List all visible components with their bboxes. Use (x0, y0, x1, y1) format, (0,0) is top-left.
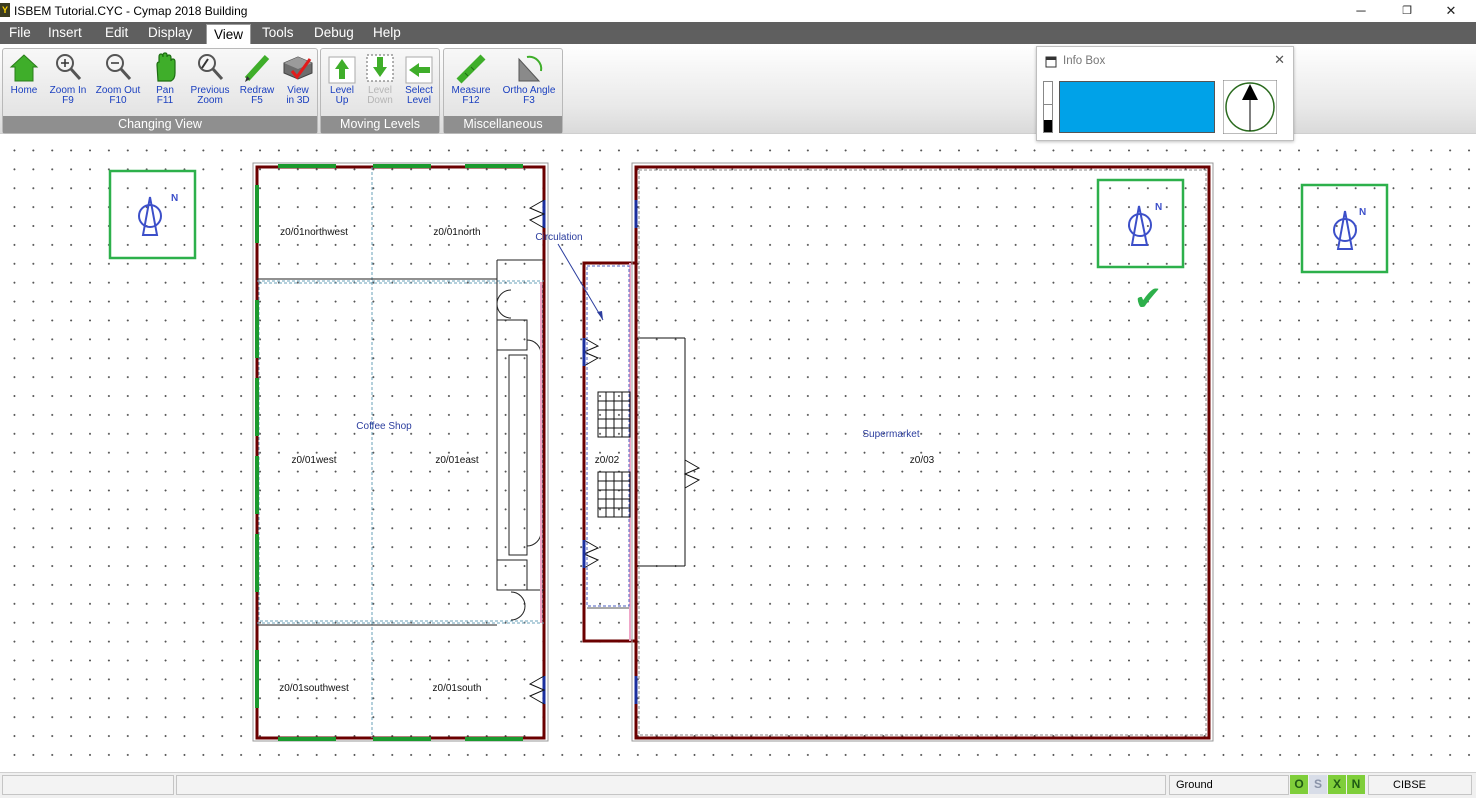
room-label-circulation: Circulation (535, 232, 582, 243)
color-swatch (1059, 81, 1215, 133)
room-label-z002: z0/02 (595, 455, 620, 466)
status-flag-n[interactable]: N (1347, 775, 1365, 794)
status-flag-s[interactable]: S (1309, 775, 1327, 794)
zone-boundary-right (638, 169, 1207, 736)
home-button[interactable]: Home (5, 51, 43, 117)
previous-zoom-button[interactable]: Previous Zoom (187, 51, 233, 117)
group-label-changing-view: Changing View (3, 116, 317, 133)
info-box-close-icon[interactable]: ✕ (1274, 52, 1285, 68)
windows-left (255, 164, 523, 741)
north-arrow-option-2[interactable]: N (1096, 178, 1185, 269)
north-arrow-option-1[interactable]: N (108, 169, 197, 260)
selected-check-icon: ✔ (1134, 279, 1163, 319)
group-label-miscellaneous: Miscellaneous (444, 116, 562, 133)
menu-edit[interactable]: Edit (98, 22, 135, 44)
circulation-leader-line (557, 243, 604, 321)
status-level: Ground (1169, 775, 1289, 795)
measure-ruler-icon (456, 54, 486, 84)
room-label-west: z0/01west (291, 455, 336, 466)
room-label-supermarket: Supermarket (862, 429, 919, 440)
right-building-outline (631, 162, 1214, 742)
minimize-button[interactable]: ─ (1338, 0, 1384, 22)
info-box-window-icon (1045, 56, 1057, 68)
north-label: N (1359, 207, 1366, 218)
room-label-south: z0/01south (433, 683, 482, 694)
window-title: ISBEM Tutorial.CYC - Cymap 2018 Building (14, 4, 248, 18)
previous-zoom-icon (198, 54, 224, 81)
menu-display[interactable]: Display (141, 22, 199, 44)
home-icon (9, 54, 39, 82)
menu-file[interactable]: File (2, 22, 38, 44)
room-label-southwest: z0/01southwest (279, 683, 349, 694)
partitions-left (257, 259, 544, 626)
select-level-button[interactable]: Select Level (401, 51, 437, 117)
group-miscellaneous: Measure F12 Ortho Angle F3 Miscellaneous (443, 48, 563, 134)
room-label-east: z0/01east (435, 455, 479, 466)
circulation-block (557, 243, 701, 643)
compass-icon (1223, 80, 1277, 134)
arrow-left-icon (405, 56, 433, 84)
group-moving-levels: Level Up Level Down Select Level Moving … (320, 48, 440, 134)
ortho-angle-icon (518, 55, 543, 82)
zoom-in-icon (56, 54, 82, 81)
room-labels: z0/01northwest z0/01north Coffee Shop z0… (279, 227, 934, 694)
floor-plan[interactable]: z0/01northwest z0/01north Coffee Shop z0… (0, 135, 1476, 772)
room-label-northwest: z0/01northwest (280, 227, 348, 238)
left-building-wall (255, 165, 546, 740)
menu-insert[interactable]: Insert (41, 22, 89, 44)
measure-button[interactable]: Measure F12 (448, 51, 494, 117)
drawing-canvas[interactable]: z0/01northwest z0/01north Coffee Shop z0… (0, 135, 1476, 772)
right-building-wall (634, 165, 1211, 740)
app-icon: Y (0, 3, 10, 17)
menu-view[interactable]: View (206, 24, 252, 44)
zoom-out-icon (106, 54, 132, 81)
view-3d-button[interactable]: View in 3D (279, 51, 317, 117)
zone-boundaries-left (257, 167, 544, 738)
redraw-button[interactable]: Redraw F5 (237, 51, 277, 117)
status-cell-2 (176, 775, 1166, 795)
ortho-angle-button[interactable]: Ortho Angle F3 (498, 51, 560, 117)
pan-hand-icon (156, 52, 176, 82)
room-label-coffee-shop: Coffee Shop (356, 421, 412, 432)
north-arrow-icon (138, 196, 162, 236)
level-up-button[interactable]: Level Up (325, 51, 359, 117)
menu-debug[interactable]: Debug (307, 22, 361, 44)
arrow-down-icon (366, 54, 394, 82)
north-label: N (171, 193, 178, 204)
menu-bar: File Insert Edit Display View Tools Debu… (0, 22, 1476, 44)
status-method: CIBSE (1368, 775, 1472, 795)
north-arrow-icon (1333, 210, 1357, 250)
north-arrow-option-3[interactable]: N (1300, 183, 1389, 274)
info-box-title: Info Box (1063, 55, 1106, 67)
zoom-in-button[interactable]: Zoom In F9 (45, 51, 91, 117)
level-down-button[interactable]: Level Down (363, 51, 397, 117)
status-flag-o[interactable]: O (1290, 775, 1308, 794)
status-flag-x[interactable]: X (1328, 775, 1346, 794)
zoom-out-button[interactable]: Zoom Out F10 (93, 51, 143, 117)
close-button[interactable]: ✕ (1428, 0, 1474, 22)
view-3d-icon (283, 56, 313, 80)
arrow-up-icon (328, 56, 356, 84)
group-label-moving-levels: Moving Levels (321, 116, 439, 133)
level-indicator (1043, 81, 1053, 133)
menu-help[interactable]: Help (366, 22, 408, 44)
left-building-outline (252, 162, 549, 742)
pan-button[interactable]: Pan F11 (147, 51, 183, 117)
menu-tools[interactable]: Tools (255, 22, 301, 44)
north-label: N (1155, 202, 1162, 213)
north-arrow-icon (1128, 205, 1152, 246)
status-cell-1 (2, 775, 174, 795)
restore-button[interactable]: ❐ (1384, 0, 1430, 22)
redraw-pencil-icon (244, 54, 270, 82)
info-box-panel[interactable]: Info Box ✕ (1036, 46, 1294, 141)
group-changing-view: Home Zoom In F9 Zoom Out F10 Pan F11 Pre… (2, 48, 318, 134)
status-bar: Ground O S X N CIBSE (0, 772, 1476, 798)
room-label-z003: z0/03 (910, 455, 935, 466)
room-label-north: z0/01north (433, 227, 480, 238)
title-bar: Y ISBEM Tutorial.CYC - Cymap 2018 Buildi… (0, 0, 1476, 22)
